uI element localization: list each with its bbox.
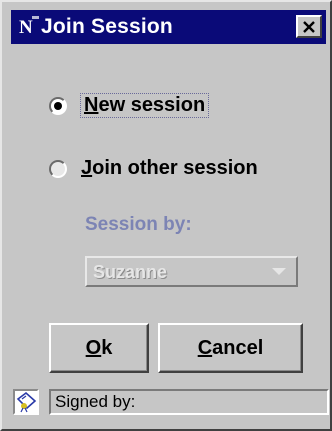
ok-button[interactable]: Ok — [49, 323, 149, 373]
status-field: Signed by: — [49, 389, 329, 415]
session-by-dropdown[interactable]: Suzanne — [85, 256, 298, 287]
radio-new-session-indicator[interactable] — [49, 96, 67, 115]
close-button[interactable] — [296, 15, 322, 38]
netscape-n-icon: N — [17, 16, 39, 36]
window-title: Join Session — [41, 15, 173, 38]
radio-new-session-label[interactable]: New session — [79, 93, 210, 118]
radio-join-other-label[interactable]: Join other session — [81, 157, 258, 180]
session-by-value: Suzanne — [93, 262, 168, 282]
status-bar: Signed by: — [13, 387, 329, 417]
radio-join-other-session[interactable]: Join other session — [49, 157, 258, 180]
title-bar[interactable]: N Join Session — [11, 10, 326, 44]
radio-new-session[interactable]: New session — [49, 93, 210, 118]
close-icon — [303, 20, 315, 33]
join-session-window: N Join Session New session Join other se… — [0, 0, 332, 431]
chevron-down-icon — [272, 268, 286, 275]
cancel-button[interactable]: Cancel — [158, 323, 303, 373]
session-by-label: Session by: — [85, 214, 192, 235]
svg-text:N: N — [19, 17, 33, 36]
radio-join-other-indicator[interactable] — [49, 159, 67, 178]
status-text: Signed by: — [55, 392, 136, 411]
certificate-icon[interactable] — [13, 389, 39, 415]
